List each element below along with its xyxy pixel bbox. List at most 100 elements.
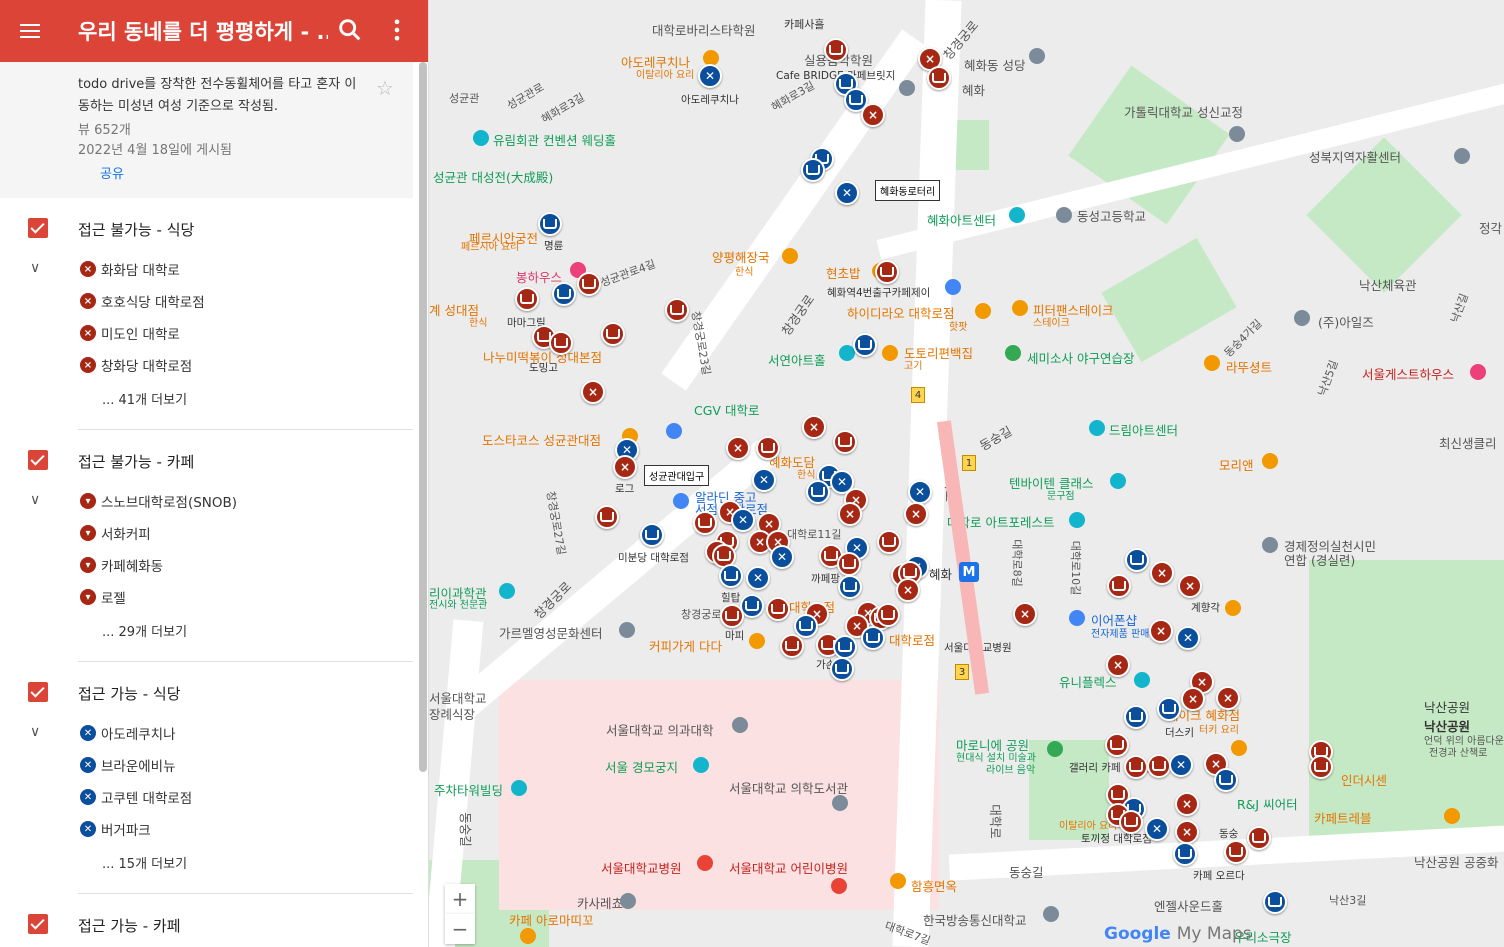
list-item[interactable]: ✕ 버거파크 (80, 818, 151, 840)
list-item[interactable]: × 창화당 대학로점 (80, 354, 192, 376)
accessible-cafe-pin[interactable] (1263, 890, 1287, 914)
inaccessible-restaurant-pin[interactable]: × (726, 436, 750, 460)
accessible-restaurant-pin[interactable]: ✕ (752, 468, 776, 492)
inaccessible-cafe-pin[interactable] (756, 436, 780, 460)
inaccessible-cafe-pin[interactable] (837, 552, 861, 576)
more-link[interactable]: ... 41개 더보기 (102, 389, 187, 408)
list-item[interactable]: × 호호식당 대학로점 (80, 290, 205, 312)
inaccessible-cafe-pin[interactable] (1119, 810, 1143, 834)
inaccessible-restaurant-pin[interactable]: × (802, 415, 826, 439)
accessible-cafe-pin[interactable] (1125, 548, 1149, 572)
metro-station-icon[interactable]: M (959, 562, 979, 582)
accessible-restaurant-pin[interactable]: ✕ (1176, 626, 1200, 650)
map-canvas[interactable]: 대학로바리스타학원 카페사흘 아도레쿠치나 이탈리아 요리 아도레쿠치나 Caf… (429, 0, 1504, 947)
inaccessible-cafe-pin[interactable] (1247, 826, 1271, 850)
list-item[interactable]: ✕ 브라운에비뉴 (80, 754, 176, 776)
inaccessible-restaurant-pin[interactable]: × (896, 578, 920, 602)
list-item[interactable]: ✕ 고쿠텐 대학로점 (80, 786, 192, 808)
accessible-cafe-pin[interactable] (538, 212, 562, 236)
zoom-out-button[interactable]: − (445, 914, 475, 944)
inaccessible-cafe-pin[interactable] (601, 322, 625, 346)
sidebar-scrollbar[interactable] (419, 62, 427, 772)
layer-checkbox[interactable] (28, 914, 48, 934)
accessible-cafe-pin[interactable] (830, 657, 854, 681)
menu-icon[interactable] (0, 0, 60, 62)
inaccessible-cafe-pin[interactable] (780, 634, 804, 658)
accessible-cafe-pin[interactable] (801, 158, 825, 182)
inaccessible-restaurant-pin[interactable]: × (1175, 792, 1199, 816)
accessible-restaurant-pin[interactable]: ✕ (770, 545, 794, 569)
inaccessible-cafe-pin[interactable] (1107, 574, 1131, 598)
inaccessible-restaurant-pin[interactable]: × (1178, 574, 1202, 598)
more-vert-icon[interactable] (383, 16, 411, 44)
accessible-cafe-pin[interactable] (552, 282, 576, 306)
accessible-restaurant-pin[interactable]: ✕ (908, 480, 932, 504)
inaccessible-cafe-pin[interactable] (665, 298, 689, 322)
zoom-in-button[interactable]: + (445, 884, 475, 914)
inaccessible-restaurant-pin[interactable]: × (861, 103, 885, 127)
more-link[interactable]: ... 15개 더보기 (102, 853, 187, 872)
chevron-down-icon[interactable]: ∨ (30, 724, 40, 740)
inaccessible-cafe-pin[interactable] (1309, 755, 1333, 779)
accessible-cafe-pin[interactable] (719, 564, 743, 588)
accessible-cafe-pin[interactable] (833, 635, 857, 659)
accessible-cafe-pin[interactable] (838, 575, 862, 599)
inaccessible-restaurant-pin[interactable]: × (581, 380, 605, 404)
inaccessible-cafe-pin[interactable] (720, 604, 744, 628)
list-item[interactable]: ▾ 로젤 (80, 586, 126, 608)
accessible-cafe-pin[interactable] (1124, 705, 1148, 729)
inaccessible-cafe-pin[interactable] (595, 505, 619, 529)
inaccessible-restaurant-pin[interactable]: × (1150, 561, 1174, 585)
inaccessible-cafe-pin[interactable] (1224, 840, 1248, 864)
inaccessible-restaurant-pin[interactable]: × (1181, 687, 1205, 711)
accessible-cafe-pin[interactable] (1173, 842, 1197, 866)
chevron-down-icon[interactable]: ∨ (30, 260, 40, 276)
inaccessible-cafe-pin[interactable] (875, 260, 899, 284)
star-icon[interactable]: ☆ (376, 76, 394, 100)
accessible-cafe-pin[interactable] (861, 626, 885, 650)
inaccessible-restaurant-pin[interactable]: × (1149, 619, 1173, 643)
list-item[interactable]: × 화화담 대학로 (80, 258, 180, 280)
accessible-cafe-pin[interactable] (640, 523, 664, 547)
accessible-restaurant-pin[interactable]: ✕ (731, 508, 755, 532)
chevron-down-icon[interactable]: ∨ (30, 492, 40, 508)
accessible-cafe-pin[interactable] (853, 333, 877, 357)
inaccessible-cafe-pin[interactable] (766, 597, 790, 621)
inaccessible-cafe-pin[interactable] (927, 66, 951, 90)
list-item[interactable]: ▾ 스노브대학로점(SNOB) (80, 490, 237, 512)
inaccessible-cafe-pin[interactable] (577, 272, 601, 296)
accessible-restaurant-pin[interactable]: ✕ (835, 181, 859, 205)
inaccessible-cafe-pin[interactable] (1105, 733, 1129, 757)
search-icon[interactable] (336, 16, 364, 44)
accessible-restaurant-pin[interactable]: ✕ (1145, 817, 1169, 841)
layer-checkbox[interactable] (28, 682, 48, 702)
inaccessible-cafe-pin[interactable] (877, 530, 901, 554)
list-item[interactable]: × 미도인 대학로 (80, 322, 180, 344)
list-item[interactable]: ▾ 서화커피 (80, 522, 151, 544)
inaccessible-cafe-pin[interactable] (876, 603, 900, 627)
accessible-cafe-pin[interactable] (1157, 697, 1181, 721)
accessible-restaurant-pin[interactable]: ✕ (1169, 753, 1193, 777)
accessible-restaurant-pin[interactable]: ✕ (698, 64, 722, 88)
accessible-restaurant-pin[interactable]: ✕ (746, 566, 770, 590)
more-link[interactable]: ... 29개 더보기 (102, 621, 187, 640)
list-item[interactable]: ▾ 카페혜화동 (80, 554, 163, 576)
layer-checkbox[interactable] (28, 218, 48, 238)
layer-checkbox[interactable] (28, 450, 48, 470)
list-item[interactable]: ✕ 아도레쿠치나 (80, 722, 176, 744)
inaccessible-restaurant-pin[interactable]: × (1106, 653, 1130, 677)
inaccessible-cafe-pin[interactable] (1124, 755, 1148, 779)
inaccessible-restaurant-pin[interactable]: × (904, 502, 928, 526)
inaccessible-restaurant-pin[interactable]: × (838, 502, 862, 526)
inaccessible-cafe-pin[interactable] (824, 38, 848, 62)
inaccessible-restaurant-pin[interactable]: × (613, 455, 637, 479)
accessible-cafe-pin[interactable] (1214, 768, 1238, 792)
inaccessible-restaurant-pin[interactable]: × (1216, 686, 1240, 710)
accessible-cafe-pin[interactable] (806, 480, 830, 504)
inaccessible-cafe-pin[interactable] (1147, 754, 1171, 778)
inaccessible-cafe-pin[interactable] (833, 430, 857, 454)
inaccessible-cafe-pin[interactable] (549, 331, 573, 355)
inaccessible-restaurant-pin[interactable]: × (1175, 820, 1199, 844)
inaccessible-cafe-pin[interactable] (515, 287, 539, 311)
share-link[interactable]: 공유 (100, 163, 124, 182)
